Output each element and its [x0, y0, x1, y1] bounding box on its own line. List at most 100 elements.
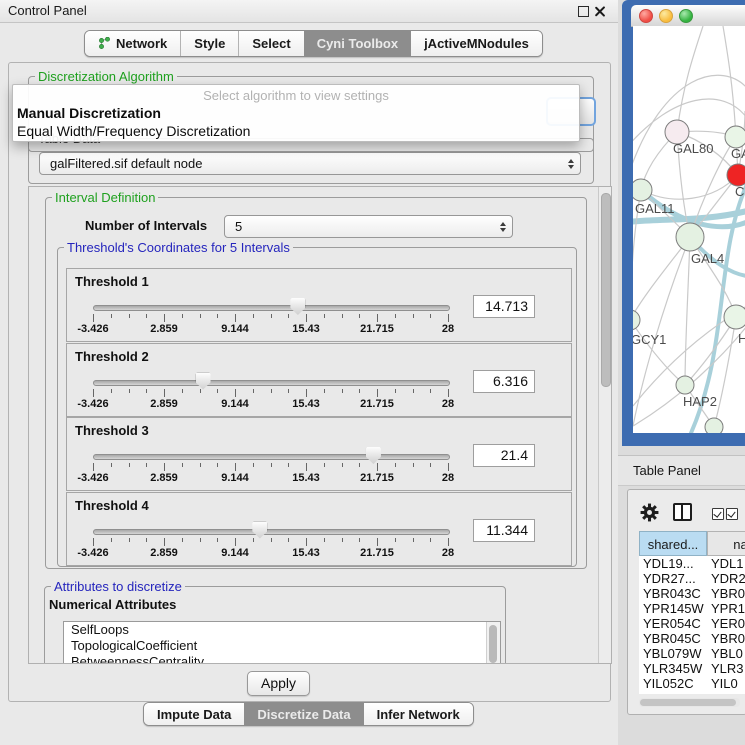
network-node[interactable]	[705, 418, 723, 433]
slider-thumb[interactable]	[290, 298, 305, 315]
minimize-traffic-light-icon[interactable]	[659, 9, 673, 23]
checkbox-icon[interactable]	[726, 508, 738, 520]
slider-tick-label: 9.144	[205, 323, 265, 335]
threshold-value-field[interactable]: 6.316	[473, 370, 535, 393]
table-row[interactable]: YBL079WYBL0	[639, 646, 745, 661]
slider-tick	[430, 538, 431, 542]
algorithm-hint: Select algorithm to view settings	[13, 85, 579, 104]
algorithm-option-manual-discretization[interactable]: Manual Discretization	[13, 104, 579, 122]
tab-select[interactable]: Select	[238, 31, 303, 56]
slider-tick	[146, 538, 147, 542]
table-cell: YDL19...	[639, 556, 707, 571]
slider-tick	[182, 463, 183, 467]
interval-definition-title: Interval Definition	[52, 190, 158, 205]
network-node-h[interactable]	[724, 305, 745, 329]
slider-track[interactable]	[93, 454, 450, 460]
slider-tick	[271, 389, 272, 393]
network-canvas[interactable]: GAL80GALCGAL11GAL4GCY1HHAP2	[633, 26, 745, 433]
tab-style[interactable]: Style	[180, 31, 238, 56]
zoom-traffic-light-icon[interactable]	[679, 9, 693, 23]
number-of-intervals-combobox[interactable]: 5	[224, 215, 513, 238]
tab-jactivemnodules[interactable]: jActiveMNodules	[411, 31, 542, 56]
table-row[interactable]: YDL19...YDL1	[639, 556, 745, 571]
threshold-label: Threshold 4	[75, 498, 149, 513]
slider-thumb[interactable]	[366, 447, 381, 464]
table-cell: YPR1	[707, 601, 745, 616]
thresholds-group-title: Threshold's Coordinates for 5 Intervals	[64, 240, 293, 255]
table-row[interactable]: YPR145WYPR1	[639, 601, 745, 616]
tab-network[interactable]: Network	[85, 31, 180, 56]
split-columns-icon[interactable]	[673, 503, 692, 521]
slider-tick-label: -3.426	[63, 472, 123, 484]
network-node-gal11[interactable]	[633, 179, 652, 201]
tab-impute-data[interactable]: Impute Data	[144, 703, 244, 725]
slider-tick-label: 9.144	[205, 547, 265, 559]
slider-tick	[413, 314, 414, 318]
network-node-c[interactable]	[727, 164, 745, 186]
tab-cyni-toolbox[interactable]: Cyni Toolbox	[304, 31, 411, 56]
table-row[interactable]: YBR043CYBR0	[639, 586, 745, 601]
table-row[interactable]: YDR27...YDR2	[639, 571, 745, 586]
attribute-item-betweennesscentrality[interactable]: BetweennessCentrality	[64, 654, 500, 664]
table-data-combobox[interactable]: galFiltered.sif default node	[39, 152, 581, 175]
slider-tick	[413, 389, 414, 393]
float-window-icon[interactable]	[578, 6, 589, 17]
threshold-value-field[interactable]: 21.4	[473, 444, 535, 467]
network-node-hap2[interactable]	[676, 376, 694, 394]
threshold-value-field[interactable]: 11.344	[473, 519, 535, 542]
slider-track[interactable]	[93, 529, 450, 535]
gear-icon[interactable]	[640, 503, 659, 522]
algorithm-option-equal-width-frequency-discretization[interactable]: Equal Width/Frequency Discretization	[13, 122, 579, 140]
table-cell: YBR0	[707, 586, 745, 601]
slider-track[interactable]	[93, 305, 450, 311]
checkbox-icon[interactable]	[712, 508, 724, 520]
column-header-name[interactable]: name	[707, 531, 745, 556]
attributes-list-scrollbar[interactable]	[486, 622, 500, 664]
table-panel-box: shared...name YDL19...YDL1YDR27...YDR2YB…	[627, 489, 745, 715]
slider-tick	[271, 314, 272, 318]
scrollbar-thumb[interactable]	[489, 625, 497, 663]
table-row[interactable]: YER054CYER0	[639, 616, 745, 631]
close-traffic-light-icon[interactable]	[639, 9, 653, 23]
close-icon[interactable]	[594, 6, 605, 17]
table-row[interactable]: YLR345WYLR3	[639, 661, 745, 676]
number-of-intervals-value: 5	[225, 219, 494, 234]
network-window-titlebar[interactable]	[631, 5, 745, 27]
slider-tick	[342, 389, 343, 393]
table-horizontal-scrollbar[interactable]	[639, 698, 740, 707]
slider-tick	[448, 538, 449, 546]
threshold-label: Threshold 3	[75, 423, 149, 438]
scrollbar-thumb[interactable]	[601, 193, 611, 387]
slider-track[interactable]	[93, 380, 450, 386]
slider-tick	[129, 389, 130, 393]
table-row[interactable]: YIL052CYIL0	[639, 676, 745, 691]
tab-infer-network[interactable]: Infer Network	[364, 703, 473, 725]
table-row[interactable]: YBR045CYBR0	[639, 631, 745, 646]
slider-tick	[324, 463, 325, 467]
scrollbar-thumb[interactable]	[640, 699, 736, 706]
slider-thumb[interactable]	[252, 522, 267, 539]
slider-tick	[342, 463, 343, 467]
slider-tick	[395, 463, 396, 467]
apply-button[interactable]: Apply	[247, 671, 310, 696]
slider-thumb[interactable]	[196, 373, 211, 390]
panel-title: Control Panel	[8, 3, 87, 18]
network-node-gcy1[interactable]	[633, 310, 640, 330]
node-label: C	[735, 184, 744, 199]
network-node-gal4[interactable]	[676, 223, 704, 251]
tab-discretize-data[interactable]: Discretize Data	[244, 703, 363, 725]
network-node-gal[interactable]	[725, 126, 745, 148]
slider-tick	[111, 389, 112, 393]
numerical-attributes-list[interactable]: SelfLoopsTopologicalCoefficientBetweenne…	[63, 621, 501, 664]
threshold-value-field[interactable]: 14.713	[473, 295, 535, 318]
slider-tick	[235, 463, 236, 471]
slider-tick	[146, 389, 147, 393]
slider-tick	[111, 463, 112, 467]
tab-label: Network	[116, 36, 167, 51]
attribute-item-topologicalcoefficient[interactable]: TopologicalCoefficient	[64, 638, 500, 654]
viewport-scrollbar[interactable]	[598, 187, 612, 663]
column-header-shared[interactable]: shared...	[639, 531, 707, 556]
control-panel: Control Panel Network StyleSelectCyni Too…	[0, 0, 619, 745]
attribute-item-selfloops[interactable]: SelfLoops	[64, 622, 500, 638]
slider-tick	[129, 314, 130, 318]
